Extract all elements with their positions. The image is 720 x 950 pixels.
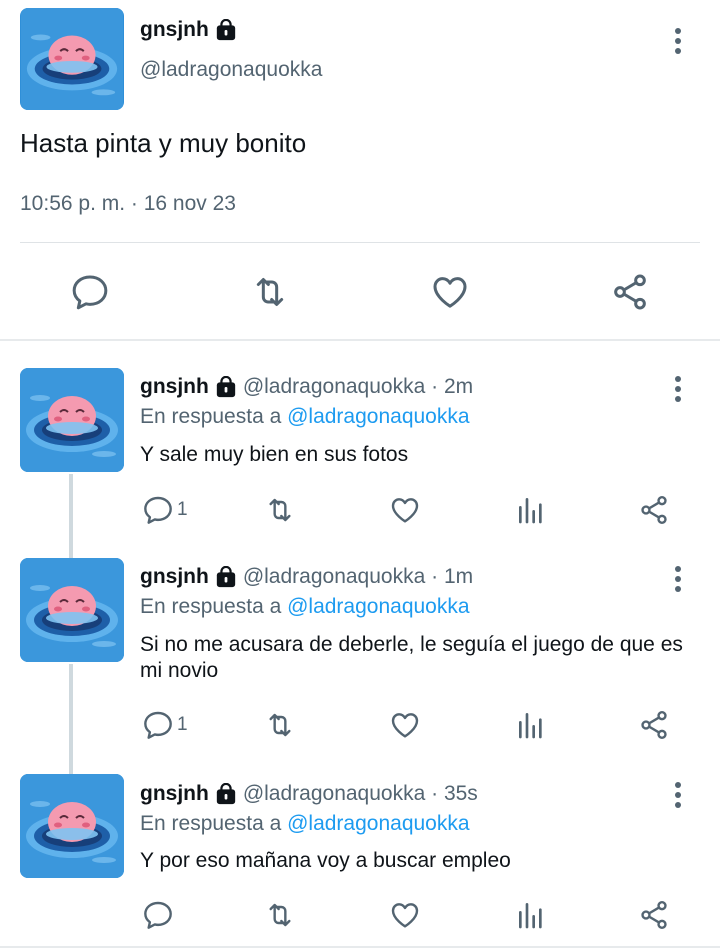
reply-author-name[interactable]: gnsjnh <box>140 782 209 806</box>
like-button[interactable] <box>389 494 421 526</box>
share-button[interactable] <box>638 899 670 931</box>
analytics-icon <box>515 709 547 741</box>
reply-context: En respuesta a @ladragonaquokka <box>140 595 470 619</box>
avatar-image <box>20 558 124 662</box>
more-options-button[interactable] <box>668 26 688 56</box>
like-button[interactable] <box>430 272 470 312</box>
main-author[interactable]: gnsjnh <box>140 18 237 42</box>
retweet-icon <box>264 899 296 931</box>
reply-header: gnsjnh @ladragonaquokka · 2m <box>140 375 473 399</box>
share-icon <box>638 709 670 741</box>
retweet-button[interactable] <box>250 272 290 312</box>
retweet-icon <box>264 494 296 526</box>
reply-count: 1 <box>177 499 188 520</box>
reply-mention-link[interactable]: @ladragonaquokka <box>287 595 469 618</box>
more-icon <box>675 376 681 382</box>
reply-button[interactable]: 1 <box>142 494 188 526</box>
more-options-button[interactable] <box>668 564 688 594</box>
share-button[interactable] <box>610 272 650 312</box>
thread-line <box>69 474 73 558</box>
reply-icon <box>142 899 174 931</box>
reply-prefix: En respuesta a <box>140 405 288 428</box>
reply-mention-link[interactable]: @ladragonaquokka <box>287 405 469 428</box>
like-button[interactable] <box>389 899 421 931</box>
like-button[interactable] <box>389 709 421 741</box>
reply-avatar[interactable] <box>20 774 124 878</box>
divider <box>20 242 700 243</box>
reply-handle-time: @ladragonaquokka · 1m <box>242 565 474 588</box>
reply-avatar[interactable] <box>20 558 124 662</box>
reply-button[interactable]: 1 <box>142 709 188 741</box>
more-icon <box>675 782 681 788</box>
main-author-name: gnsjnh <box>140 18 209 41</box>
reply-text: Y por eso mañana voy a buscar empleo <box>140 849 511 872</box>
more-icon <box>675 28 681 34</box>
analytics-button[interactable] <box>515 899 547 931</box>
reply-prefix: En respuesta a <box>140 595 288 618</box>
thread-line <box>69 664 73 774</box>
lock-icon <box>215 783 237 805</box>
like-icon <box>430 272 470 312</box>
lock-icon <box>215 19 237 41</box>
analytics-button[interactable] <box>515 709 547 741</box>
reply-button[interactable] <box>70 272 110 312</box>
retweet-icon <box>264 709 296 741</box>
reply-handle-time: @ladragonaquokka · 2m <box>242 375 474 398</box>
more-icon <box>675 566 681 572</box>
reply-context: En respuesta a @ladragonaquokka <box>140 405 470 429</box>
reply-author-name[interactable]: gnsjnh <box>140 565 209 589</box>
reply-prefix: En respuesta a <box>140 812 288 835</box>
section-divider <box>0 339 720 341</box>
avatar-image <box>20 368 124 472</box>
reply-text: Si no me acusara de deberle, le seguía e… <box>140 633 683 682</box>
like-icon <box>389 899 421 931</box>
reply-header: gnsjnh @ladragonaquokka · 35s <box>140 782 478 806</box>
reply-mention-link[interactable]: @ladragonaquokka <box>287 812 469 835</box>
reply-header: gnsjnh @ladragonaquokka · 1m <box>140 565 473 589</box>
share-icon <box>610 272 650 312</box>
bottom-divider <box>0 946 720 948</box>
reply-icon <box>142 709 174 741</box>
share-icon <box>638 899 670 931</box>
retweet-icon <box>250 272 290 312</box>
analytics-icon <box>515 494 547 526</box>
reply-button[interactable] <box>142 899 177 931</box>
share-icon <box>638 494 670 526</box>
share-button[interactable] <box>638 494 670 526</box>
retweet-button[interactable] <box>264 709 296 741</box>
tweet-text: Hasta pinta y muy bonito <box>20 128 307 158</box>
more-options-button[interactable] <box>668 374 688 404</box>
reply-text: Y sale muy bien en sus fotos <box>140 443 409 466</box>
reply-context: En respuesta a @ladragonaquokka <box>140 812 470 836</box>
reply-handle-time: @ladragonaquokka · 35s <box>242 782 478 805</box>
reply-avatar[interactable] <box>20 368 124 472</box>
analytics-button[interactable] <box>515 494 547 526</box>
tweet-timestamp[interactable]: 10:56 p. m. · 16 nov 23 <box>20 192 236 216</box>
retweet-button[interactable] <box>264 494 296 526</box>
main-author-handle[interactable]: @ladragonaquokka <box>140 58 322 82</box>
main-avatar[interactable] <box>20 8 124 110</box>
lock-icon <box>215 566 237 588</box>
avatar-image <box>20 8 124 110</box>
share-button[interactable] <box>638 709 670 741</box>
like-icon <box>389 494 421 526</box>
lock-icon <box>215 376 237 398</box>
reply-icon <box>142 494 174 526</box>
reply-icon <box>70 272 110 312</box>
analytics-icon <box>515 899 547 931</box>
reply-author-name[interactable]: gnsjnh <box>140 375 209 399</box>
retweet-button[interactable] <box>264 899 296 931</box>
like-icon <box>389 709 421 741</box>
more-options-button[interactable] <box>668 780 688 810</box>
reply-count: 1 <box>177 714 188 735</box>
avatar-image <box>20 774 124 878</box>
